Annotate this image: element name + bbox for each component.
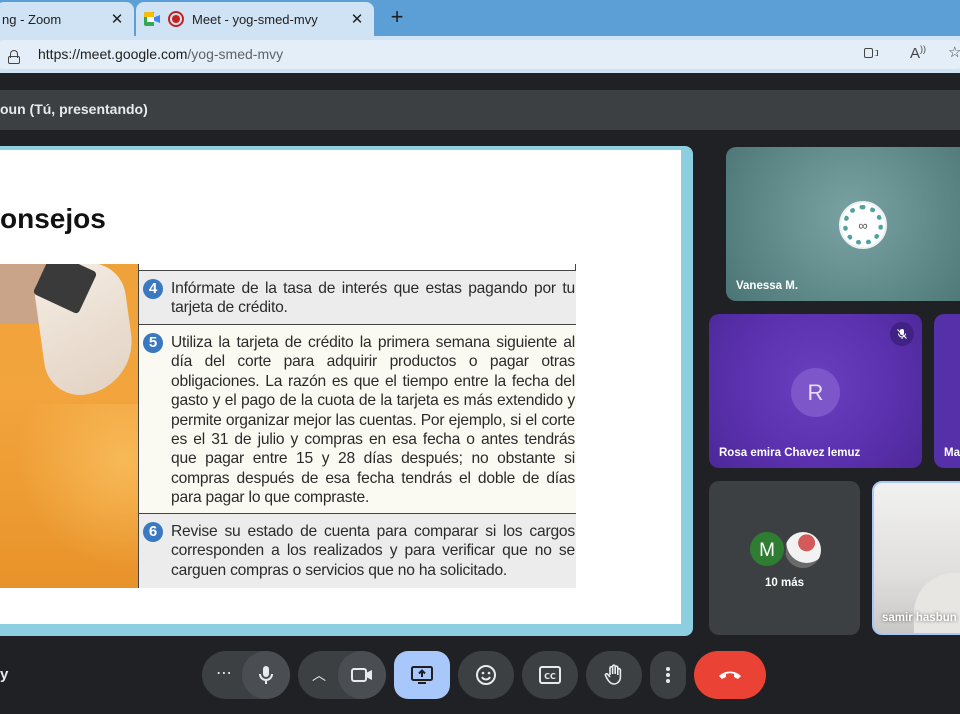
meeting-code: y [0, 666, 9, 683]
tip-text: Infórmate de la tasa de interés que esta… [171, 280, 575, 317]
present-screen-button[interactable] [394, 651, 450, 699]
credit-card-photo [0, 264, 138, 588]
lock-icon[interactable] [8, 50, 20, 64]
infinity-wreath-icon: ∞ [843, 205, 883, 245]
camera-permission-icon[interactable] [864, 47, 878, 59]
tip-number: 5 [143, 333, 163, 353]
tip-text: Revise su estado de cuenta para comparar… [171, 523, 575, 579]
tip-text: Utiliza la tarjeta de crédito la primera… [171, 334, 575, 507]
url-text[interactable]: https://meet.google.com/yog-smed-mvy [38, 46, 283, 62]
tab-zoom[interactable]: ng - Zoom ✕ [0, 2, 134, 36]
avatar [783, 530, 823, 570]
emoji-icon [476, 665, 496, 685]
tip-row: 4 Infórmate de la tasa de interés que es… [139, 270, 576, 324]
more-options-button[interactable] [650, 651, 686, 699]
audio-settings-icon[interactable]: ⋯ [216, 663, 233, 683]
raise-hand-button[interactable] [586, 651, 642, 699]
reactions-button[interactable] [458, 651, 514, 699]
google-meet-icon [144, 12, 160, 26]
url-host: https://meet.google.com [38, 46, 188, 62]
tab-zoom-title: ng - Zoom [2, 11, 62, 27]
meet-stage: oun (Tú, presentando) onsejos 4 Infórmat… [0, 73, 960, 714]
presenter-label: oun (Tú, presentando) [0, 101, 148, 117]
favorites-icon[interactable]: ☆ [948, 43, 960, 61]
close-icon[interactable]: ✕ [106, 8, 128, 30]
microphone-button[interactable] [242, 651, 290, 699]
avatar: M [748, 530, 786, 568]
presentation-frame: onsejos 4 Infórmate de la tasa de interé… [0, 146, 693, 636]
more-participants-label: 10 más [764, 577, 804, 589]
mic-muted-icon [890, 322, 914, 346]
slide-title: onsejos [0, 203, 106, 234]
camera-control-group: ︿ [298, 651, 386, 699]
tip-row: 5 Utiliza la tarjeta de crédito la prime… [139, 324, 576, 513]
present-screen-icon [411, 666, 433, 684]
more-vertical-icon [666, 667, 670, 683]
tab-meet[interactable]: Meet - yog-smed-mvy ✕ [136, 2, 374, 36]
new-tab-icon[interactable]: + [384, 5, 410, 31]
presentation-slide: onsejos 4 Infórmate de la tasa de interé… [0, 150, 681, 624]
hang-up-icon [719, 671, 741, 679]
participant-tile-partial[interactable]: Ma [934, 314, 960, 468]
url-path: /yog-smed-mvy [187, 46, 284, 62]
participant-tile-rosa[interactable]: R Rosa emira Chavez lemuz [709, 314, 922, 468]
participant-name: Vanessa M. [736, 280, 799, 292]
chevron-up-icon[interactable]: ︿ [312, 665, 326, 685]
avatar: R [791, 368, 840, 417]
tip-number: 6 [143, 522, 163, 542]
hand-icon [604, 664, 622, 685]
presenter-bar: oun (Tú, presentando) [0, 90, 960, 130]
close-icon[interactable]: ✕ [346, 8, 368, 30]
mic-control-group: ⋯ [202, 651, 290, 699]
participant-tile-vanessa[interactable]: ∞ Vanessa M. [726, 147, 960, 301]
read-aloud-icon[interactable]: A)) [910, 44, 926, 62]
tip-row: 6 Revise su estado de cuenta para compar… [139, 513, 576, 588]
avatar: ∞ [839, 201, 887, 249]
browser-tab-bar: ng - Zoom ✕ Meet - yog-smed-mvy ✕ + [0, 0, 960, 36]
captions-button[interactable]: CC [522, 651, 578, 699]
tip-number: 4 [143, 279, 163, 299]
microphone-icon [259, 666, 273, 684]
closed-captions-icon: CC [539, 666, 561, 684]
camera-icon [351, 668, 372, 682]
tab-meet-title: Meet - yog-smed-mvy [192, 11, 318, 27]
participant-name: Rosa emira Chavez lemuz [719, 447, 861, 459]
participant-name: Ma [944, 447, 960, 459]
svg-text:CC: CC [544, 672, 556, 681]
participant-tile-samir[interactable]: samir hasbun [872, 481, 960, 635]
participant-name: samir hasbun [882, 612, 957, 624]
tips-table: 4 Infórmate de la tasa de interés que es… [138, 264, 576, 588]
recording-icon [168, 11, 184, 27]
leave-call-button[interactable] [694, 651, 766, 699]
more-participants-tile[interactable]: M 10 más [709, 481, 860, 635]
camera-button[interactable] [338, 651, 386, 699]
